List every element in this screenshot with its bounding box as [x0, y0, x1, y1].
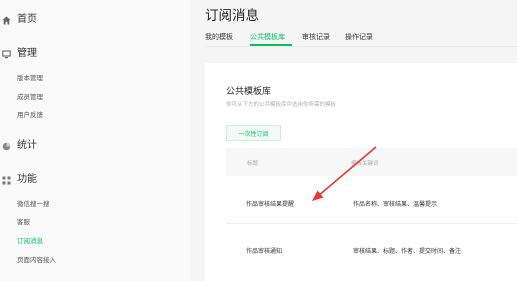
tab-my-templates[interactable]: 我的模板	[205, 33, 233, 42]
panel-title: 公共模板库	[226, 87, 272, 97]
row-keywords: 审核结果、标题、作者、提交时间、备注	[353, 248, 462, 255]
row-divider	[226, 223, 517, 224]
home-icon	[1, 15, 11, 25]
panel-description: 你可从下方的公共模板库中选用你所需的模板	[226, 102, 337, 108]
nav-stats[interactable]: 统计	[0, 140, 37, 151]
sidebar-item-wechat-search[interactable]: 微信搜一搜	[17, 200, 50, 208]
nav-manage[interactable]: 管理	[0, 48, 37, 59]
nav-stats-label: 统计	[17, 140, 37, 151]
tab-public-library[interactable]: 公共模板库	[250, 33, 285, 42]
sidebar-item-version[interactable]: 版本管理	[17, 74, 43, 82]
one-time-subscribe-button[interactable]: 一次性订阅	[226, 125, 281, 141]
page-title: 订阅消息	[205, 8, 259, 24]
tabs-divider	[205, 46, 517, 47]
template-library-panel: 公共模板库 你可从下方的公共模板库中选用你所需的模板 一次性订阅 标题 模板关键…	[205, 63, 517, 281]
nav-home[interactable]: 首页	[0, 14, 37, 25]
row-keywords: 作品名称、审核结果、温馨提示	[353, 201, 438, 208]
pie-chart-icon	[1, 141, 11, 151]
table-row[interactable]: 作品审核结果提醒 作品名称、审核结果、温馨提示	[226, 185, 517, 219]
sidebar-item-page-content[interactable]: 页面内容接入	[17, 256, 56, 264]
tab-review-records[interactable]: 审核记录	[302, 33, 330, 42]
sidebar: 首页 管理 版本管理 成员管理 用户反馈 统计 功能 微信搜一搜 客服 订阅消息…	[0, 0, 190, 281]
table-header: 标题 模板关键词	[226, 148, 517, 176]
nav-features-label: 功能	[17, 174, 37, 185]
sidebar-item-feedback[interactable]: 用户反馈	[17, 111, 43, 119]
nav-manage-label: 管理	[17, 48, 37, 59]
sidebar-item-subscription[interactable]: 订阅消息	[17, 237, 43, 245]
column-header-keywords: 模板关键词	[351, 161, 379, 167]
tab-operation-records[interactable]: 操作记录	[345, 33, 373, 42]
sidebar-item-members[interactable]: 成员管理	[17, 93, 43, 101]
table-row[interactable]: 作品审核通知 审核结果、标题、作者、提交时间、备注	[226, 232, 517, 266]
row-title: 作品审核结果提醒	[246, 201, 295, 208]
monitor-icon	[1, 49, 11, 59]
nav-home-label: 首页	[17, 14, 37, 25]
sidebar-item-customer-service[interactable]: 客服	[17, 218, 30, 226]
nav-features[interactable]: 功能	[0, 174, 37, 185]
column-header-title: 标题	[247, 161, 259, 167]
grid-icon	[1, 175, 11, 185]
row-title: 作品审核通知	[246, 248, 283, 255]
